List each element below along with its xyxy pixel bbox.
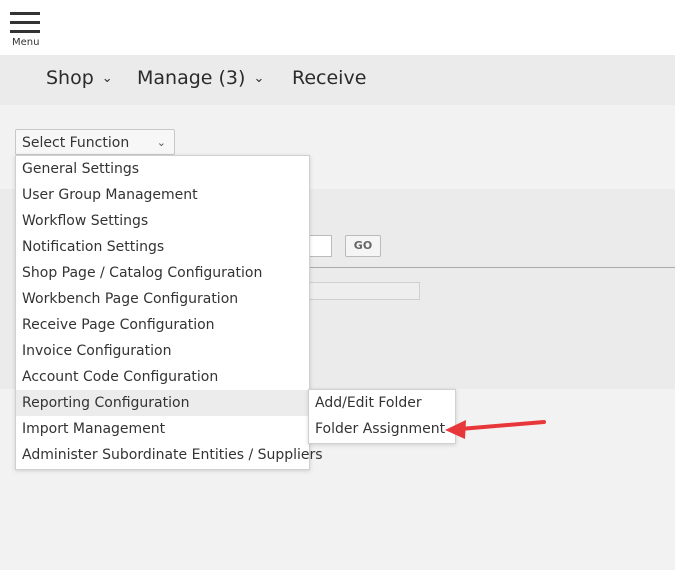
submenu-item-add-edit-folder[interactable]: Add/Edit Folder bbox=[309, 390, 455, 416]
menu-item-import-management[interactable]: Import Management bbox=[16, 416, 309, 442]
menu-item-user-group-management[interactable]: User Group Management bbox=[16, 182, 309, 208]
chevron-down-icon: ⌄ bbox=[101, 71, 113, 86]
menu-item-notification-settings[interactable]: Notification Settings bbox=[16, 234, 309, 260]
chevron-down-icon: ⌄ bbox=[253, 71, 265, 86]
menu-item-account-code-configuration[interactable]: Account Code Configuration bbox=[16, 364, 309, 390]
menu-item-shop-page-catalog-configuration[interactable]: Shop Page / Catalog Configuration bbox=[16, 260, 309, 286]
nav-receive[interactable]: Receive bbox=[292, 67, 366, 89]
menu-item-receive-page-configuration[interactable]: Receive Page Configuration bbox=[16, 312, 309, 338]
menu-label: Menu bbox=[12, 37, 40, 48]
menu-item-invoice-configuration[interactable]: Invoice Configuration bbox=[16, 338, 309, 364]
menu-item-workflow-settings[interactable]: Workflow Settings bbox=[16, 208, 309, 234]
main-nav: Shop ⌄ Manage (3) ⌄ Receive bbox=[0, 55, 675, 105]
annotation-arrow-icon bbox=[445, 420, 546, 439]
background-field bbox=[300, 282, 420, 300]
nav-receive-label: Receive bbox=[292, 67, 367, 89]
nav-shop-label: Shop bbox=[46, 67, 94, 89]
go-button[interactable]: GO bbox=[345, 235, 381, 257]
menu-item-general-settings[interactable]: General Settings bbox=[16, 156, 309, 182]
menu-item-administer-subordinate-entities[interactable]: Administer Subordinate Entities / Suppli… bbox=[16, 442, 323, 468]
nav-manage[interactable]: Manage (3) ⌄ bbox=[137, 67, 264, 89]
chevron-down-icon: ⌄ bbox=[156, 136, 166, 149]
function-dropdown-menu: General Settings User Group Management W… bbox=[15, 155, 323, 470]
select-function-value: Select Function bbox=[22, 135, 130, 151]
menu-item-workbench-page-configuration[interactable]: Workbench Page Configuration bbox=[16, 286, 309, 312]
reporting-configuration-submenu: Add/Edit Folder Folder Assignment bbox=[308, 389, 456, 444]
nav-manage-label: Manage (3) bbox=[137, 67, 246, 89]
nav-shop[interactable]: Shop ⌄ bbox=[46, 67, 113, 89]
menu-item-reporting-configuration[interactable]: Reporting Configuration bbox=[16, 390, 309, 416]
select-function-dropdown[interactable]: Select Function ⌄ bbox=[15, 129, 175, 155]
top-bar: Menu bbox=[0, 0, 675, 55]
divider bbox=[300, 267, 675, 268]
submenu-item-folder-assignment[interactable]: Folder Assignment bbox=[309, 416, 455, 442]
